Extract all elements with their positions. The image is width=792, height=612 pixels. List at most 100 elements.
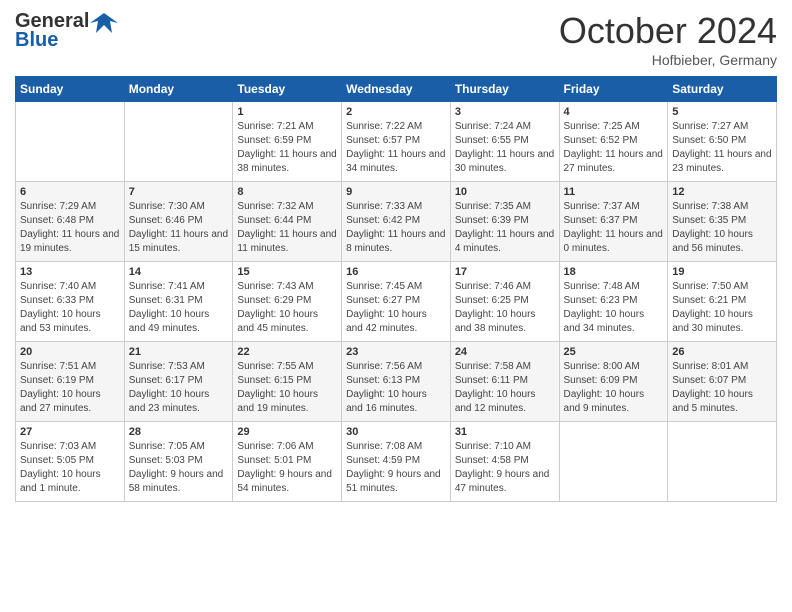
day-cell: 21 Sunrise: 7:53 AM Sunset: 6:17 PM Dayli…	[124, 342, 233, 422]
day-cell: 28 Sunrise: 7:05 AM Sunset: 5:03 PM Dayli…	[124, 422, 233, 502]
day-info: Sunrise: 7:29 AM Sunset: 6:48 PM Dayligh…	[20, 200, 120, 256]
location-subtitle: Hofbieber, Germany	[559, 52, 777, 68]
day-number: 26	[672, 346, 772, 358]
day-info: Sunrise: 7:58 AM Sunset: 6:11 PM Dayligh…	[455, 360, 555, 416]
day-info: Sunrise: 7:25 AM Sunset: 6:52 PM Dayligh…	[564, 120, 664, 176]
day-cell: 9 Sunrise: 7:33 AM Sunset: 6:42 PM Daylig…	[342, 182, 451, 262]
day-number: 28	[129, 426, 229, 438]
weekday-header-saturday: Saturday	[668, 77, 777, 102]
day-info: Sunrise: 7:51 AM Sunset: 6:19 PM Dayligh…	[20, 360, 120, 416]
day-number: 2	[346, 106, 446, 118]
day-number: 31	[455, 426, 555, 438]
day-info: Sunrise: 7:40 AM Sunset: 6:33 PM Dayligh…	[20, 280, 120, 336]
day-info: Sunrise: 7:43 AM Sunset: 6:29 PM Dayligh…	[237, 280, 337, 336]
day-cell: 24 Sunrise: 7:58 AM Sunset: 6:11 PM Dayli…	[450, 342, 559, 422]
day-number: 8	[237, 186, 337, 198]
day-info: Sunrise: 7:50 AM Sunset: 6:21 PM Dayligh…	[672, 280, 772, 336]
day-cell: 2 Sunrise: 7:22 AM Sunset: 6:57 PM Daylig…	[342, 102, 451, 182]
day-cell	[668, 422, 777, 502]
day-info: Sunrise: 7:53 AM Sunset: 6:17 PM Dayligh…	[129, 360, 229, 416]
weekday-header-tuesday: Tuesday	[233, 77, 342, 102]
week-row-4: 20 Sunrise: 7:51 AM Sunset: 6:19 PM Dayli…	[16, 342, 777, 422]
logo-bird-icon	[90, 11, 118, 33]
day-cell: 27 Sunrise: 7:03 AM Sunset: 5:05 PM Dayli…	[16, 422, 125, 502]
week-row-3: 13 Sunrise: 7:40 AM Sunset: 6:33 PM Dayli…	[16, 262, 777, 342]
logo: General Blue	[15, 10, 119, 52]
day-cell: 25 Sunrise: 8:00 AM Sunset: 6:09 PM Dayli…	[559, 342, 668, 422]
calendar-table: SundayMondayTuesdayWednesdayThursdayFrid…	[15, 76, 777, 502]
day-number: 6	[20, 186, 120, 198]
day-info: Sunrise: 7:55 AM Sunset: 6:15 PM Dayligh…	[237, 360, 337, 416]
day-info: Sunrise: 7:06 AM Sunset: 5:01 PM Dayligh…	[237, 440, 337, 496]
day-info: Sunrise: 7:46 AM Sunset: 6:25 PM Dayligh…	[455, 280, 555, 336]
day-number: 29	[237, 426, 337, 438]
day-number: 25	[564, 346, 664, 358]
day-cell	[559, 422, 668, 502]
day-info: Sunrise: 7:24 AM Sunset: 6:55 PM Dayligh…	[455, 120, 555, 176]
day-info: Sunrise: 7:30 AM Sunset: 6:46 PM Dayligh…	[129, 200, 229, 256]
day-number: 21	[129, 346, 229, 358]
day-number: 7	[129, 186, 229, 198]
day-number: 20	[20, 346, 120, 358]
day-number: 14	[129, 266, 229, 278]
week-row-1: 1 Sunrise: 7:21 AM Sunset: 6:59 PM Daylig…	[16, 102, 777, 182]
weekday-header-row: SundayMondayTuesdayWednesdayThursdayFrid…	[16, 77, 777, 102]
day-info: Sunrise: 7:08 AM Sunset: 4:59 PM Dayligh…	[346, 440, 446, 496]
month-title: October 2024	[559, 10, 777, 52]
day-number: 16	[346, 266, 446, 278]
day-info: Sunrise: 7:41 AM Sunset: 6:31 PM Dayligh…	[129, 280, 229, 336]
day-number: 23	[346, 346, 446, 358]
day-number: 13	[20, 266, 120, 278]
day-number: 9	[346, 186, 446, 198]
day-cell: 17Sunrise: 7:46 AM Sunset: 6:25 PM Dayli…	[450, 262, 559, 342]
week-row-5: 27 Sunrise: 7:03 AM Sunset: 5:05 PM Dayli…	[16, 422, 777, 502]
weekday-header-wednesday: Wednesday	[342, 77, 451, 102]
day-cell: 31Sunrise: 7:10 AM Sunset: 4:58 PM Dayli…	[450, 422, 559, 502]
day-info: Sunrise: 7:21 AM Sunset: 6:59 PM Dayligh…	[237, 120, 337, 176]
day-number: 19	[672, 266, 772, 278]
day-info: Sunrise: 7:03 AM Sunset: 5:05 PM Dayligh…	[20, 440, 120, 496]
day-info: Sunrise: 7:33 AM Sunset: 6:42 PM Dayligh…	[346, 200, 446, 256]
week-row-2: 6 Sunrise: 7:29 AM Sunset: 6:48 PM Daylig…	[16, 182, 777, 262]
day-number: 5	[672, 106, 772, 118]
day-number: 30	[346, 426, 446, 438]
day-info: Sunrise: 8:00 AM Sunset: 6:09 PM Dayligh…	[564, 360, 664, 416]
day-cell: 29 Sunrise: 7:06 AM Sunset: 5:01 PM Dayli…	[233, 422, 342, 502]
day-cell: 30 Sunrise: 7:08 AM Sunset: 4:59 PM Dayli…	[342, 422, 451, 502]
day-cell: 16 Sunrise: 7:45 AM Sunset: 6:27 PM Dayli…	[342, 262, 451, 342]
day-info: Sunrise: 7:37 AM Sunset: 6:37 PM Dayligh…	[564, 200, 664, 256]
weekday-header-sunday: Sunday	[16, 77, 125, 102]
day-number: 12	[672, 186, 772, 198]
day-info: Sunrise: 7:38 AM Sunset: 6:35 PM Dayligh…	[672, 200, 772, 256]
day-cell: 4 Sunrise: 7:25 AM Sunset: 6:52 PM Daylig…	[559, 102, 668, 182]
day-cell: 1 Sunrise: 7:21 AM Sunset: 6:59 PM Daylig…	[233, 102, 342, 182]
day-number: 4	[564, 106, 664, 118]
day-cell	[124, 102, 233, 182]
day-cell: 23 Sunrise: 7:56 AM Sunset: 6:13 PM Dayli…	[342, 342, 451, 422]
day-number: 10	[455, 186, 555, 198]
day-number: 24	[455, 346, 555, 358]
day-number: 18	[564, 266, 664, 278]
day-cell: 19 Sunrise: 7:50 AM Sunset: 6:21 PM Dayli…	[668, 262, 777, 342]
day-cell: 12 Sunrise: 7:38 AM Sunset: 6:35 PM Dayli…	[668, 182, 777, 262]
weekday-header-friday: Friday	[559, 77, 668, 102]
day-cell: 8Sunrise: 7:32 AM Sunset: 6:44 PM Daylig…	[233, 182, 342, 262]
page-header: General Blue October 2024 Hofbieber, Ger…	[15, 10, 777, 68]
day-number: 1	[237, 106, 337, 118]
day-cell: 26Sunrise: 8:01 AM Sunset: 6:07 PM Dayli…	[668, 342, 777, 422]
day-cell: 20 Sunrise: 7:51 AM Sunset: 6:19 PM Dayli…	[16, 342, 125, 422]
day-cell: 15 Sunrise: 7:43 AM Sunset: 6:29 PM Dayli…	[233, 262, 342, 342]
day-info: Sunrise: 7:45 AM Sunset: 6:27 PM Dayligh…	[346, 280, 446, 336]
day-cell: 3 Sunrise: 7:24 AM Sunset: 6:55 PM Daylig…	[450, 102, 559, 182]
day-number: 15	[237, 266, 337, 278]
day-info: Sunrise: 7:05 AM Sunset: 5:03 PM Dayligh…	[129, 440, 229, 496]
day-number: 22	[237, 346, 337, 358]
day-number: 27	[20, 426, 120, 438]
day-cell: 22 Sunrise: 7:55 AM Sunset: 6:15 PM Dayli…	[233, 342, 342, 422]
day-info: Sunrise: 7:48 AM Sunset: 6:23 PM Dayligh…	[564, 280, 664, 336]
day-info: Sunrise: 7:56 AM Sunset: 6:13 PM Dayligh…	[346, 360, 446, 416]
day-cell: 5Sunrise: 7:27 AM Sunset: 6:50 PM Daylig…	[668, 102, 777, 182]
day-cell: 14 Sunrise: 7:41 AM Sunset: 6:31 PM Dayli…	[124, 262, 233, 342]
day-number: 3	[455, 106, 555, 118]
day-info: Sunrise: 7:22 AM Sunset: 6:57 PM Dayligh…	[346, 120, 446, 176]
